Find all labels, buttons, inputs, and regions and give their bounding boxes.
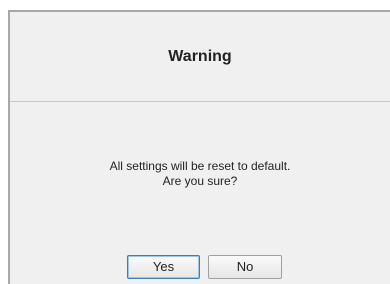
yes-button[interactable]: Yes (127, 255, 200, 279)
dialog-title: Warning (168, 48, 232, 65)
warning-dialog: Warning All settings will be reset to de… (0, 0, 390, 284)
message-line-2: Are you sure? (162, 174, 238, 188)
dialog-header: Warning (10, 12, 390, 102)
no-button[interactable]: No (208, 255, 282, 279)
dialog-message: All settings will be reset to default. A… (10, 159, 390, 189)
message-line-1: All settings will be reset to default. (109, 159, 291, 173)
dialog-body: All settings will be reset to default. A… (10, 102, 390, 284)
frame-left-margin (0, 0, 8, 284)
